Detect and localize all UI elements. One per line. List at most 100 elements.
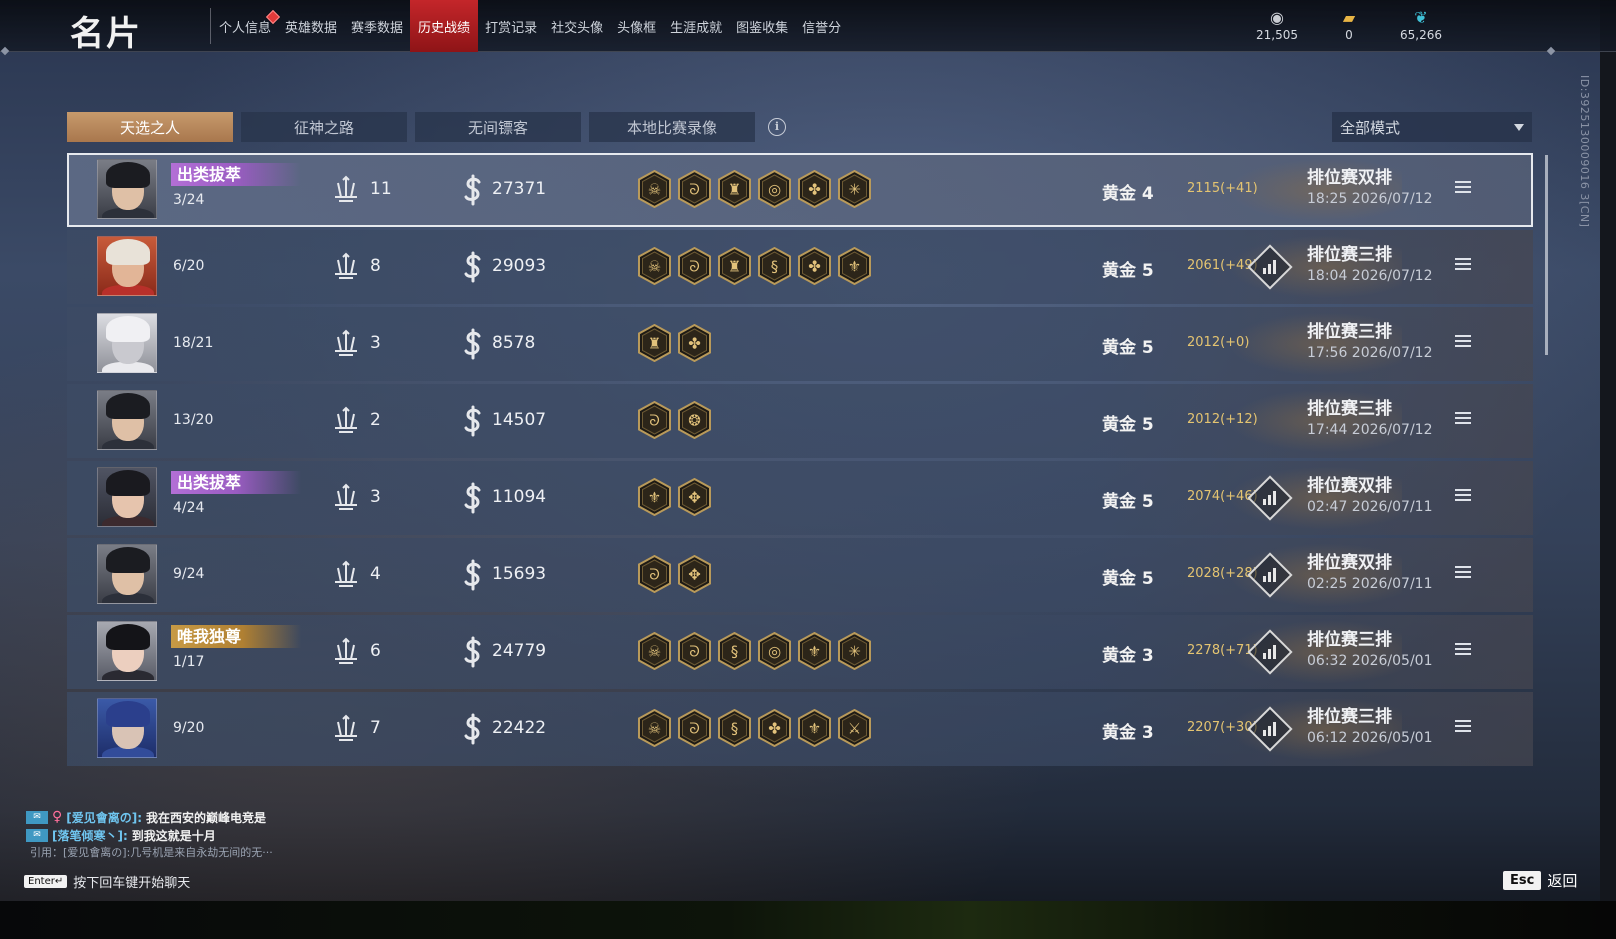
fan-item-icon[interactable]: ✤ — [757, 708, 792, 748]
match-row[interactable]: 13/20 2 14507 ᘐ ❂ 黄金 5 2012(+12) 排位赛三排 17:44 202… — [67, 384, 1533, 458]
score-icon — [462, 173, 484, 207]
bar-chart-icon — [1263, 722, 1277, 736]
nav-item-8[interactable]: 图鉴收集 — [729, 0, 795, 52]
sword-item-icon[interactable]: ⚔ — [837, 708, 872, 748]
tab-3[interactable]: 本地比赛录像 — [589, 112, 755, 142]
lotus-item-icon[interactable]: ⚜ — [797, 631, 832, 671]
achievement-title-badge: 出类拔萃 — [171, 163, 301, 186]
swirl-item-icon[interactable]: ᘐ — [637, 554, 672, 594]
rank-tier: 黄金 4 — [1102, 184, 1154, 204]
nav-item-5[interactable]: 社交头像 — [544, 0, 610, 52]
triad-item-icon[interactable]: ✥ — [677, 554, 712, 594]
score-icon — [462, 481, 484, 515]
lotus-item-icon[interactable]: ⚜ — [637, 477, 672, 517]
list-menu-icon[interactable] — [1455, 181, 1471, 195]
nav-item-6[interactable]: 头像框 — [610, 0, 663, 52]
svg-text:ᘐ: ᘐ — [649, 412, 660, 430]
demon-item-icon[interactable]: ☠ — [637, 169, 672, 209]
nav-item-4[interactable]: 打赏记录 — [478, 0, 544, 52]
bar-chart-icon-bar — [1273, 260, 1276, 274]
chat-sender[interactable]: [落笔倾寒丶]: — [52, 827, 128, 844]
dragon-item-icon[interactable]: § — [757, 246, 792, 286]
swirl-item-icon[interactable]: ᘐ — [637, 400, 672, 440]
match-row[interactable]: 6/20 8 29093 ☠ ᘐ ♜ § ✤ ⚜ 黄金 5 2061(+49) 排位赛三排 18:04 … — [67, 230, 1533, 304]
score-icon — [462, 712, 484, 746]
mode-filter-value: 全部模式 — [1340, 118, 1401, 137]
score-icon — [462, 404, 484, 438]
nav-item-2[interactable]: 赛季数据 — [344, 0, 410, 52]
match-row[interactable]: 9/20 7 22422 ☠ ᘐ § ✤ ⚜ ⚔ 黄金 3 2207(+30) 排位赛三排 06:12 … — [67, 692, 1533, 766]
match-row[interactable]: 唯我独尊 1/17 6 24779 ☠ ᘐ § ◎ ⚜ ✳ 黄金 3 2278(+71) 排位赛三排 06… — [67, 615, 1533, 689]
bar-chart-icon-bar — [1263, 499, 1266, 505]
currency-2: ❦ 65,266 — [1396, 8, 1446, 42]
mode-filter-select[interactable]: 全部模式 — [1332, 112, 1532, 142]
svg-text:✳: ✳ — [848, 181, 861, 199]
wings-item-icon[interactable]: ❂ — [677, 400, 712, 440]
tab-2[interactable]: 无间镖客 — [415, 112, 581, 142]
svg-text:♜: ♜ — [728, 181, 741, 199]
nav-item-9[interactable]: 信誉分 — [795, 0, 848, 52]
triad-item-icon[interactable]: ✥ — [677, 477, 712, 517]
list-menu-icon[interactable] — [1455, 258, 1471, 272]
nav-item-3[interactable]: 历史战绩 — [410, 0, 479, 52]
list-menu-icon-line — [1455, 730, 1471, 732]
bar-chart-icon — [1263, 568, 1277, 582]
banner-item-icon[interactable]: ♜ — [637, 323, 672, 363]
swirl-item-icon[interactable]: ᘐ — [677, 708, 712, 748]
fan-item-icon[interactable]: ✤ — [677, 323, 712, 363]
match-time: 02:47 2026/07/11 — [1307, 499, 1433, 515]
list-menu-icon-line — [1455, 725, 1471, 727]
lotus-item-icon[interactable]: ⚜ — [837, 246, 872, 286]
swirl-item-icon[interactable]: ᘐ — [677, 631, 712, 671]
list-menu-icon[interactable] — [1455, 566, 1471, 580]
demon-item-icon[interactable]: ☠ — [637, 246, 672, 286]
nav-item-1[interactable]: 英雄数据 — [278, 0, 344, 52]
fan-item-icon[interactable]: ✤ — [797, 246, 832, 286]
orb-item-icon[interactable]: ◎ — [757, 169, 792, 209]
list-menu-icon[interactable] — [1455, 412, 1471, 426]
kills-icon — [332, 252, 360, 282]
banner-item-icon[interactable]: ♜ — [717, 246, 752, 286]
nav-item-0[interactable]: 个人信息 — [212, 0, 281, 52]
list-menu-icon[interactable] — [1455, 643, 1471, 657]
star-item-icon[interactable]: ✳ — [837, 631, 872, 671]
match-row[interactable]: 9/24 4 15693 ᘐ ✥ 黄金 5 2028(+28) 排位赛双排 02:25 2026… — [67, 538, 1533, 612]
match-row[interactable]: 18/21 3 8578 ♜ ✤ 黄金 5 2012(+0) 排位赛三排 17:56 2026/… — [67, 307, 1533, 381]
demon-item-icon[interactable]: ☠ — [637, 631, 672, 671]
orb-item-icon[interactable]: ◎ — [757, 631, 792, 671]
match-time: 18:04 2026/07/12 — [1307, 268, 1433, 284]
lotus-item-icon[interactable]: ⚜ — [797, 708, 832, 748]
currency-0: ◉ 21,505 — [1252, 8, 1302, 42]
back-button[interactable]: Esc 返回 — [1503, 870, 1577, 891]
info-icon[interactable]: i — [768, 118, 786, 136]
tab-0[interactable]: 天选之人 — [67, 112, 233, 142]
demon-item-icon[interactable]: ☠ — [637, 708, 672, 748]
fan-item-icon[interactable]: ✤ — [797, 169, 832, 209]
chat-sender[interactable]: [爱见會离の]: — [66, 809, 142, 826]
chat-hint: Enter↵ 按下回车键开始聊天 — [24, 872, 190, 891]
list-menu-icon[interactable] — [1455, 489, 1471, 503]
list-menu-icon[interactable] — [1455, 335, 1471, 349]
dragon-item-icon[interactable]: § — [717, 708, 752, 748]
achievement-title-badge: 出类拔萃 — [171, 471, 301, 494]
enter-key: Enter↵ — [24, 875, 68, 888]
banner-item-icon[interactable]: ♜ — [717, 169, 752, 209]
swirl-item-icon[interactable]: ᘐ — [677, 169, 712, 209]
dragon-item-icon[interactable]: § — [717, 631, 752, 671]
star-item-icon[interactable]: ✳ — [837, 169, 872, 209]
item-list: ☠ ᘐ ♜ § ✤ ⚜ — [637, 246, 872, 286]
kills-count: 4 — [370, 564, 381, 584]
placement-text: 9/20 — [173, 720, 205, 736]
chat-channel-icon: ✉ — [26, 810, 48, 824]
list-menu-icon[interactable] — [1455, 720, 1471, 734]
match-row[interactable]: 出类拔萃 3/24 11 27371 ☠ ᘐ ♜ ◎ ✤ ✳ 黄金 4 2115(+41) 排位赛双排 1… — [67, 153, 1533, 227]
svg-text:♜: ♜ — [648, 335, 661, 353]
swirl-item-icon[interactable]: ᘐ — [677, 246, 712, 286]
bar-chart-icon-bar — [1263, 730, 1266, 736]
hero-avatar — [97, 467, 157, 527]
scrollbar[interactable] — [1545, 155, 1548, 355]
nav-item-7[interactable]: 生涯成就 — [663, 0, 729, 52]
match-row[interactable]: 出类拔萃 4/24 3 11094 ⚜ ✥ 黄金 5 2074(+46) 排位赛双排 02:47 … — [67, 461, 1533, 535]
tab-1[interactable]: 征神之路 — [241, 112, 407, 142]
list-menu-icon-line — [1455, 576, 1471, 578]
